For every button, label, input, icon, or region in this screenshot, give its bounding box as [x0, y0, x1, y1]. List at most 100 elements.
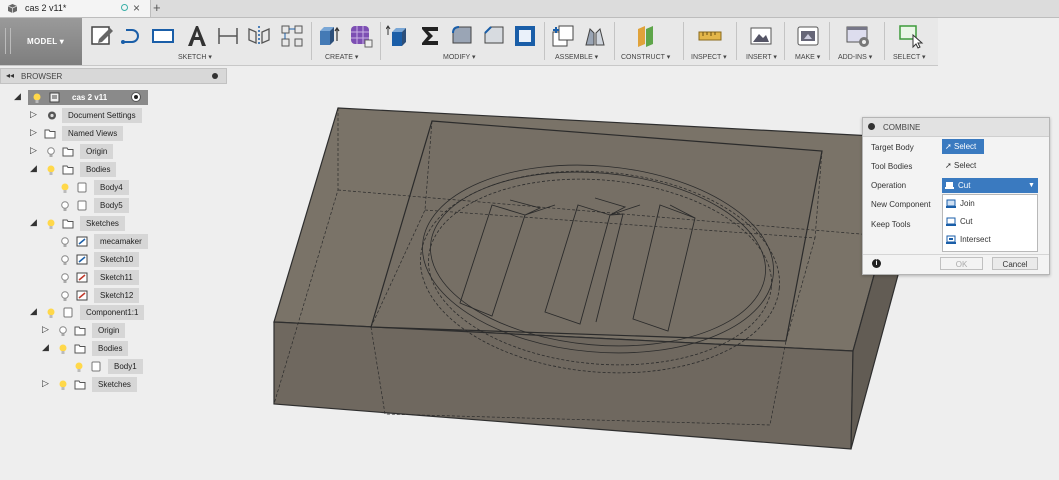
constraint-tool-button[interactable]	[279, 23, 305, 49]
ok-button[interactable]: OK	[940, 257, 983, 270]
arc-tool-button[interactable]	[119, 23, 145, 49]
tree-item-named-views[interactable]: ▷ Named Views	[30, 126, 230, 141]
visibility-bulb-icon[interactable]	[60, 255, 70, 266]
joint-button[interactable]	[582, 23, 608, 49]
tree-item-bodies[interactable]: ◢ Bodies	[30, 162, 230, 177]
body-icon	[77, 200, 87, 211]
operation-option-cut[interactable]: Cut	[943, 213, 1037, 231]
scripts-addins-button[interactable]	[845, 23, 871, 49]
collapse-dialog-icon[interactable]	[868, 123, 875, 130]
expand-triangle-icon[interactable]: ◢	[42, 342, 51, 353]
rectangle-tool-button[interactable]	[150, 23, 176, 49]
select-button[interactable]	[898, 23, 924, 49]
expand-triangle-icon[interactable]: ◢	[30, 217, 39, 228]
tree-item-sketch11[interactable]: Sketch11	[56, 270, 216, 285]
text-tool-button[interactable]	[184, 23, 210, 49]
expand-triangle-icon[interactable]: ▷	[42, 324, 51, 335]
shell-button[interactable]	[512, 23, 538, 49]
operation-option-join[interactable]: Join	[943, 195, 1037, 213]
visibility-bulb-icon[interactable]	[32, 93, 42, 104]
measure-button[interactable]	[697, 23, 723, 49]
addins-menu[interactable]: ADD-INS ▾	[838, 53, 872, 61]
insert-menu[interactable]: INSERT ▾	[746, 53, 777, 61]
tree-item-sketches[interactable]: ◢ Sketches	[30, 216, 230, 231]
folder-icon	[62, 165, 74, 175]
tool-bodies-select-button[interactable]: ➚ Select	[942, 158, 984, 173]
3d-print-button[interactable]	[795, 23, 821, 49]
expand-triangle-icon[interactable]: ◢	[30, 306, 39, 317]
new-component-button[interactable]	[550, 23, 576, 49]
expand-triangle-icon[interactable]: ◢	[14, 91, 23, 102]
tree-item-document-settings[interactable]: ▷ Document Settings	[30, 108, 230, 123]
tree-root[interactable]: ◢ cas 2 v11	[14, 90, 214, 105]
tree-item-component-sketches[interactable]: ▷ Sketches	[42, 377, 232, 392]
visibility-bulb-icon[interactable]	[46, 165, 56, 176]
assemble-menu[interactable]: ASSEMBLE ▾	[555, 53, 598, 61]
fillet-button[interactable]	[449, 23, 475, 49]
dialog-header[interactable]: COMBINE	[863, 118, 1049, 137]
workspace-switcher[interactable]: MODEL ▾	[0, 18, 82, 65]
select-menu[interactable]: SELECT ▾	[893, 53, 926, 61]
visibility-bulb-icon[interactable]	[60, 291, 70, 302]
extrude-button[interactable]	[316, 23, 342, 49]
visibility-bulb-icon[interactable]	[60, 183, 70, 194]
visibility-bulb-icon[interactable]	[58, 326, 68, 337]
visibility-bulb-icon[interactable]	[46, 147, 56, 158]
cut-operation-icon	[945, 182, 954, 189]
combine-dialog: COMBINE Target Body ➚ Select Tool Bodies…	[862, 117, 1050, 275]
form-button[interactable]	[348, 23, 374, 49]
modify-menu[interactable]: MODIFY ▾	[443, 53, 476, 61]
visibility-bulb-icon[interactable]	[58, 380, 68, 391]
inspect-menu[interactable]: INSPECT ▾	[691, 53, 727, 61]
target-body-select-button[interactable]: ➚ Select	[942, 139, 984, 154]
mirror-tool-button[interactable]	[246, 23, 272, 49]
expand-triangle-icon[interactable]: ▷	[30, 127, 39, 138]
visibility-bulb-icon[interactable]	[60, 201, 70, 212]
construct-menu[interactable]: CONSTRUCT ▾	[621, 53, 670, 61]
create-sketch-button[interactable]	[89, 23, 115, 49]
document-tab[interactable]: cas 2 v11* ×	[0, 0, 151, 17]
dimension-tool-button[interactable]	[215, 23, 241, 49]
toolbar-divider	[380, 22, 381, 60]
make-menu[interactable]: MAKE ▾	[795, 53, 820, 61]
tree-item-component-body1[interactable]: Body1	[70, 359, 220, 374]
model-viewport[interactable]	[260, 100, 920, 460]
close-tab-icon[interactable]: ×	[133, 1, 140, 15]
tree-item-component[interactable]: ◢ Component1:1	[30, 305, 230, 320]
compute-button[interactable]	[417, 23, 443, 49]
visibility-bulb-icon[interactable]	[60, 273, 70, 284]
chamfer-button[interactable]	[481, 23, 507, 49]
browser-options-icon[interactable]	[212, 73, 218, 79]
activate-radio-icon[interactable]	[131, 92, 141, 102]
visibility-bulb-icon[interactable]	[60, 237, 70, 248]
cancel-button[interactable]: Cancel	[992, 257, 1038, 270]
tree-item-origin[interactable]: ▷ Origin	[30, 144, 230, 159]
tree-item-label: Bodies	[80, 162, 117, 177]
visibility-bulb-icon[interactable]	[58, 344, 68, 355]
operation-dropdown[interactable]: Cut ▼	[942, 178, 1038, 193]
visibility-bulb-icon[interactable]	[46, 308, 56, 319]
visibility-bulb-icon[interactable]	[74, 362, 84, 373]
create-menu[interactable]: CREATE ▾	[325, 53, 358, 61]
insert-image-button[interactable]	[748, 23, 774, 49]
expand-triangle-icon[interactable]: ▷	[30, 145, 39, 156]
operation-option-intersect[interactable]: Intersect	[943, 231, 1037, 249]
tree-item-body5[interactable]: Body5	[56, 198, 216, 213]
tree-item-sketch10[interactable]: Sketch10	[56, 252, 216, 267]
visibility-bulb-icon[interactable]	[46, 219, 56, 230]
offset-plane-button[interactable]	[633, 23, 659, 49]
tree-item-mecamaker[interactable]: mecamaker	[56, 234, 216, 249]
collapse-browser-icon[interactable]: ◂◂	[6, 71, 14, 80]
tree-item-label: Sketches	[92, 377, 137, 392]
expand-triangle-icon[interactable]: ▷	[30, 109, 39, 120]
tree-item-body4[interactable]: Body4	[56, 180, 216, 195]
info-icon[interactable]: i	[872, 259, 881, 268]
press-pull-button[interactable]	[385, 23, 412, 49]
sketch-menu[interactable]: SKETCH ▾	[178, 53, 212, 61]
tree-item-sketch12[interactable]: Sketch12	[56, 288, 216, 303]
tree-item-component-bodies[interactable]: ◢ Bodies	[42, 341, 232, 356]
tree-item-component-origin[interactable]: ▷ Origin	[42, 323, 232, 338]
expand-triangle-icon[interactable]: ◢	[30, 163, 39, 174]
new-tab-button[interactable]: +	[153, 0, 161, 15]
expand-triangle-icon[interactable]: ▷	[42, 378, 51, 389]
